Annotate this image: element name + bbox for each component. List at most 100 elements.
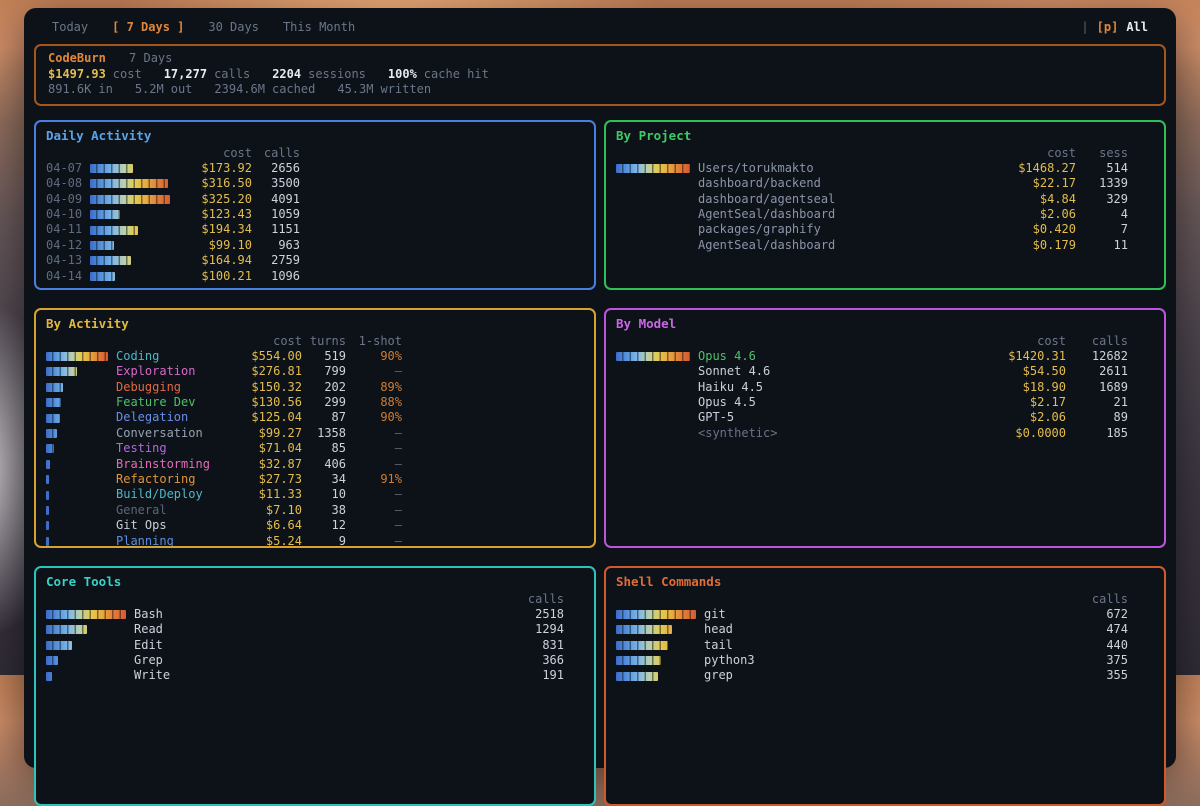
summary-io-stat: 2394.6Mcached — [214, 82, 315, 96]
project-cost-value: $4.84 — [980, 192, 1076, 207]
heat-bar-fill — [90, 226, 138, 235]
model-cost-bar — [616, 398, 690, 407]
heat-bar-fill — [90, 195, 170, 204]
heat-bar-fill — [46, 641, 72, 650]
activity-name: Refactoring — [116, 472, 230, 487]
activity-turns-value: 202 — [302, 380, 346, 395]
heat-bar-fill — [46, 506, 49, 515]
heat-bar-fill — [46, 610, 126, 619]
activity-cost-value: $125.04 — [230, 410, 302, 425]
heat-bar-fill — [616, 164, 690, 173]
table-row: Opus 4.6$1420.3112682 — [616, 349, 1154, 364]
heat-bar-fill — [46, 656, 58, 665]
project-name: dashboard/backend — [698, 176, 980, 191]
table-row: Sonnet 4.6$54.502611 — [616, 364, 1154, 379]
shell-calls-bar — [616, 656, 696, 665]
activity-name: General — [116, 503, 230, 518]
panel-title-by-project: By Project — [606, 122, 1164, 146]
project-sessions-value: 7 — [1076, 222, 1128, 237]
tool-calls-bar — [46, 610, 126, 619]
table-row: <synthetic>$0.0000185 — [616, 426, 1154, 441]
dashboard-grid: Daily Activity costcalls04-07$173.922656… — [34, 120, 1166, 806]
table-row: 04-11$194.341151 — [46, 222, 584, 237]
by-activity-table: costturns1-shotCoding$554.0051990%Explor… — [36, 334, 594, 548]
shell-command-name: python3 — [704, 653, 1064, 668]
table-row: 04-09$325.204091 — [46, 192, 584, 207]
project-filter-value[interactable]: All — [1126, 20, 1148, 34]
panel-title-by-activity: By Activity — [36, 310, 594, 334]
tab-7-days[interactable]: [ 7 Days ] — [112, 20, 184, 34]
heat-bar-fill — [90, 179, 168, 188]
project-name: packages/graphify — [698, 222, 980, 237]
heat-bar-fill — [90, 256, 131, 265]
shell-calls-value: 672 — [1064, 607, 1128, 622]
daily-calls-value: 1096 — [252, 269, 300, 284]
model-cost-value: $54.50 — [970, 364, 1066, 379]
stat-label: cost — [113, 67, 142, 81]
panel-title-core-tools: Core Tools — [36, 568, 594, 592]
stat-value: 2204 — [272, 67, 301, 81]
shell-calls-value: 474 — [1064, 622, 1128, 637]
heat-bar-fill — [90, 210, 120, 219]
project-cost-value: $1468.27 — [980, 161, 1076, 176]
model-cost-value: $1420.31 — [970, 349, 1066, 364]
tool-calls-value: 1294 — [500, 622, 564, 637]
heat-bar-fill — [46, 398, 61, 407]
model-cost-bar — [616, 367, 690, 376]
activity-cost-bar — [46, 383, 108, 392]
tool-name: Edit — [134, 638, 500, 653]
table-row: 04-07$173.922656 — [46, 161, 584, 176]
summary-stats-row: $1497.93cost17,277calls2204sessions100%c… — [48, 67, 1152, 83]
model-name: Opus 4.6 — [698, 349, 970, 364]
by-model-table: costcallsOpus 4.6$1420.3112682Sonnet 4.6… — [606, 334, 1164, 442]
project-filter-key[interactable]: [p] — [1097, 20, 1119, 34]
table-row: Planning$5.249– — [46, 534, 584, 548]
panel-by-model: By Model costcallsOpus 4.6$1420.3112682S… — [604, 308, 1166, 548]
project-sessions-value: 11 — [1076, 238, 1128, 253]
daily-cost-bar — [90, 210, 170, 219]
stat-label: sessions — [308, 67, 366, 81]
column-header: turns — [302, 334, 346, 349]
activity-turns-value: 38 — [302, 503, 346, 518]
table-row: Bash2518 — [46, 607, 584, 622]
activity-cost-bar — [46, 352, 108, 361]
summary-stat: 17,277calls — [164, 67, 250, 81]
column-header: calls — [1064, 592, 1128, 607]
project-cost-bar — [616, 195, 690, 204]
daily-calls-value: 4091 — [252, 192, 300, 207]
io-value: 5.2M — [135, 82, 164, 96]
tool-calls-value: 2518 — [500, 607, 564, 622]
activity-name: Feature Dev — [116, 395, 230, 410]
tool-calls-bar — [46, 625, 126, 634]
daily-calls-value: 1151 — [252, 222, 300, 237]
activity-turns-value: 10 — [302, 487, 346, 502]
model-cost-bar — [616, 429, 690, 438]
summary-io-stat: 891.6Kin — [48, 82, 113, 96]
tab-30-days[interactable]: 30 Days — [208, 20, 259, 34]
model-calls-value: 1689 — [1066, 380, 1128, 395]
heat-bar-fill — [46, 672, 52, 681]
tab-today[interactable]: Today — [52, 20, 88, 34]
column-header: calls — [500, 592, 564, 607]
shell-calls-bar — [616, 610, 696, 619]
shell-calls-value: 375 — [1064, 653, 1128, 668]
io-value: 891.6K — [48, 82, 91, 96]
heat-bar-fill — [90, 272, 115, 281]
activity-cost-value: $7.10 — [230, 503, 302, 518]
daily-calls-value: 3500 — [252, 176, 300, 191]
activity-name: Git Ops — [116, 518, 230, 533]
daily-cost-value: $173.92 — [178, 161, 252, 176]
table-row: Haiku 4.5$18.901689 — [616, 380, 1154, 395]
table-row: dashboard/backend$22.171339 — [616, 176, 1154, 191]
column-header: sess — [1076, 146, 1128, 161]
stat-label: cache hit — [424, 67, 489, 81]
tab-this-month[interactable]: This Month — [283, 20, 355, 34]
daily-activity-table: costcalls04-07$173.92265604-08$316.50350… — [36, 146, 594, 285]
tool-name: Grep — [134, 653, 500, 668]
heat-bar-fill — [616, 352, 690, 361]
panel-title-by-model: By Model — [606, 310, 1164, 334]
activity-cost-bar — [46, 367, 108, 376]
daily-cost-value: $316.50 — [178, 176, 252, 191]
project-cost-value: $2.06 — [980, 207, 1076, 222]
activity-cost-value: $130.56 — [230, 395, 302, 410]
